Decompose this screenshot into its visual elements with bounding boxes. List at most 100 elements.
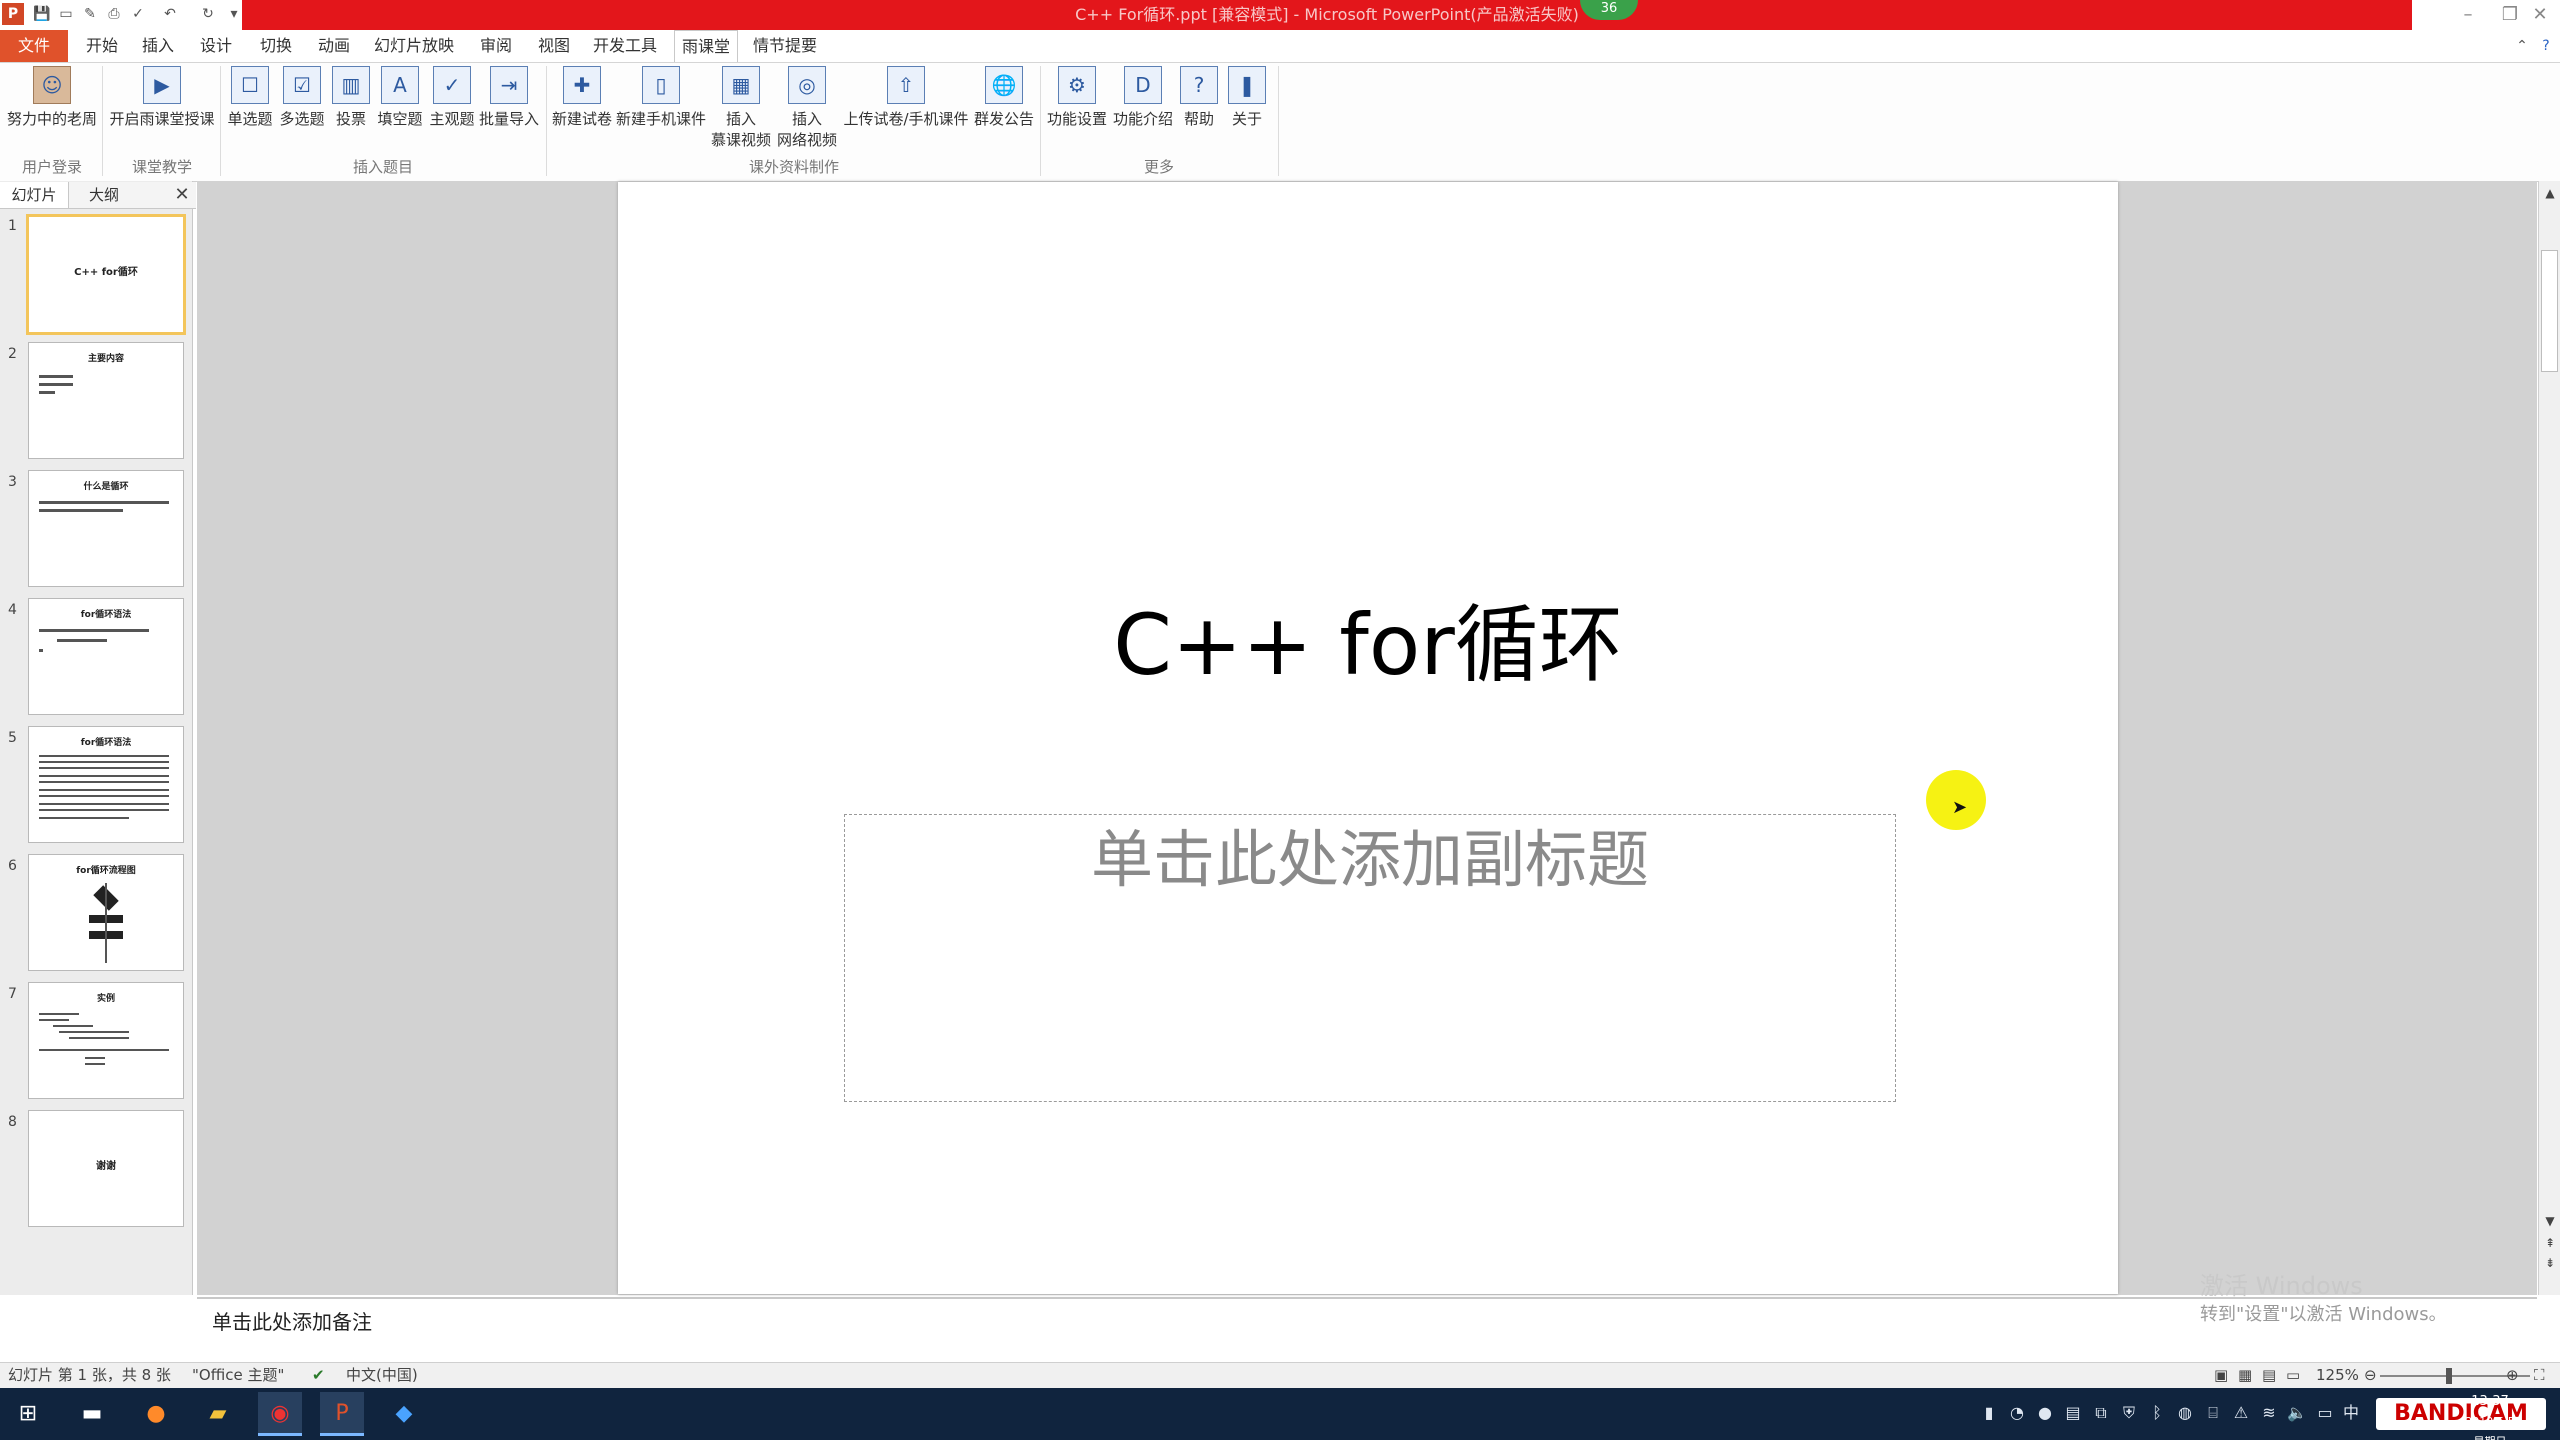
powerpoint-app-icon[interactable]: P bbox=[2, 3, 24, 25]
slide-thumbnail-8[interactable]: 谢谢 bbox=[28, 1110, 184, 1227]
gear-icon: ⚙ bbox=[1058, 66, 1096, 104]
tab-slideshow[interactable]: 幻灯片放映 bbox=[372, 30, 456, 62]
about-button[interactable]: ❚ 关于 bbox=[1224, 66, 1270, 129]
next-slide-icon[interactable]: ⇟ bbox=[2540, 1256, 2560, 1270]
normal-view-icon[interactable]: ▣ bbox=[2214, 1362, 2228, 1388]
fill-blank-button[interactable]: A 填空题 bbox=[374, 66, 426, 129]
tab-review[interactable]: 审阅 bbox=[474, 30, 518, 62]
slide-thumbnail-2[interactable]: 主要内容 bbox=[28, 342, 184, 459]
language-status[interactable]: 中文(中国) bbox=[346, 1362, 418, 1388]
slide-title[interactable]: C++ for循环 bbox=[618, 590, 2118, 700]
mass-announcement-button[interactable]: 🌐 群发公告 bbox=[972, 66, 1036, 129]
taskbar-clock[interactable]: 13:37 2019/5/5 星期日 bbox=[2460, 1392, 2520, 1452]
zoom-level[interactable]: 125% bbox=[2316, 1362, 2359, 1388]
help-button[interactable]: ? 帮助 bbox=[1176, 66, 1222, 129]
slide-thumbnail-7[interactable]: 实例 bbox=[28, 982, 184, 1099]
tray-record-icon[interactable]: ● bbox=[2032, 1400, 2058, 1426]
tab-home[interactable]: 开始 bbox=[80, 30, 124, 62]
input-method-indicator[interactable]: 中 bbox=[2338, 1400, 2364, 1426]
tab-rain-classroom[interactable]: 雨课堂 bbox=[674, 30, 738, 62]
spelling-icon[interactable]: ✓ bbox=[128, 4, 148, 24]
new-mobile-courseware-button[interactable]: ▯ 新建手机课件 bbox=[614, 66, 708, 129]
tray-chat-icon[interactable]: ◍ bbox=[2172, 1400, 2198, 1426]
tray-security-icon[interactable]: ⛨ bbox=[2116, 1400, 2142, 1426]
save-icon[interactable]: 💾 bbox=[32, 4, 52, 24]
insert-mooc-video-button[interactable]: ▦ 插入 慕课视频 bbox=[708, 66, 774, 150]
subtitle-placeholder[interactable]: 单击此处添加副标题 bbox=[844, 820, 1896, 900]
start-class-button[interactable]: ▶ 开启雨课堂授课 bbox=[106, 66, 218, 129]
vote-button[interactable]: ▥ 投票 bbox=[328, 66, 374, 129]
upload-exam-button[interactable]: ⇧ 上传试卷/手机课件 bbox=[840, 66, 972, 129]
multi-choice-button[interactable]: ☑ 多选题 bbox=[276, 66, 328, 129]
network-icon[interactable]: ▭ bbox=[2312, 1400, 2338, 1426]
tab-view[interactable]: 视图 bbox=[532, 30, 576, 62]
powerpoint-taskbar-icon[interactable]: P bbox=[320, 1392, 364, 1436]
new-exam-button[interactable]: ✚ 新建试卷 bbox=[550, 66, 614, 129]
previous-slide-icon[interactable]: ⇞ bbox=[2540, 1236, 2560, 1250]
zoom-out-icon[interactable]: ⊖ bbox=[2364, 1362, 2377, 1388]
firefox-icon[interactable]: ● bbox=[134, 1392, 178, 1436]
undo-icon[interactable]: ↶ bbox=[160, 4, 180, 24]
batch-import-button[interactable]: ⇥ 批量导入 bbox=[478, 66, 540, 129]
tab-insert[interactable]: 插入 bbox=[136, 30, 180, 62]
volume-icon[interactable]: 🔈 bbox=[2284, 1400, 2310, 1426]
scrollbar-thumb[interactable] bbox=[2541, 250, 2558, 372]
new-file-icon[interactable]: ▭ bbox=[56, 4, 76, 24]
slide-sorter-icon[interactable]: ▦ bbox=[2238, 1362, 2252, 1388]
help-icon[interactable]: ? bbox=[2536, 36, 2556, 56]
slide-thumbnail-3[interactable]: 什么是循环 bbox=[28, 470, 184, 587]
feature-intro-button[interactable]: D 功能介绍 bbox=[1110, 66, 1176, 129]
tray-gpu-icon[interactable]: ▤ bbox=[2060, 1400, 2086, 1426]
terminal-icon[interactable]: ▬ bbox=[70, 1392, 114, 1436]
print-preview-icon[interactable]: ⎙ bbox=[104, 4, 124, 24]
subjective-button[interactable]: ✓ 主观题 bbox=[426, 66, 478, 129]
tray-browser-icon[interactable]: ◔ bbox=[2004, 1400, 2030, 1426]
slide-thumbnail-5[interactable]: for循环语法 bbox=[28, 726, 184, 843]
tray-speed-icon[interactable]: ⚠ bbox=[2228, 1400, 2254, 1426]
slide-thumbnail-4[interactable]: for循环语法 bbox=[28, 598, 184, 715]
tray-vm-icon[interactable]: ⧉ bbox=[2088, 1400, 2114, 1426]
tab-slides[interactable]: 幻灯片 bbox=[0, 182, 69, 208]
group-divider bbox=[102, 66, 103, 176]
minimize-icon[interactable]: – bbox=[2448, 2, 2488, 28]
tab-file[interactable]: 文件 bbox=[0, 30, 68, 62]
zoom-slider-handle[interactable] bbox=[2446, 1368, 2452, 1384]
theme-name[interactable]: "Office 主题" bbox=[192, 1362, 284, 1388]
tab-animations[interactable]: 动画 bbox=[312, 30, 356, 62]
tab-developer[interactable]: 开发工具 bbox=[590, 30, 660, 62]
scroll-down-icon[interactable]: ▼ bbox=[2540, 1214, 2560, 1228]
collapse-ribbon-icon[interactable]: ⌃ bbox=[2512, 36, 2532, 56]
bandicam-taskbar-icon[interactable]: ◉ bbox=[258, 1392, 302, 1436]
notes-placeholder[interactable]: 单击此处添加备注 bbox=[212, 1306, 372, 1335]
vscode-icon[interactable]: ◆ bbox=[382, 1392, 426, 1436]
bluetooth-icon[interactable]: ᛒ bbox=[2144, 1400, 2170, 1426]
tray-app-icon[interactable]: ▮ bbox=[1976, 1400, 2002, 1426]
open-icon[interactable]: ✎ bbox=[80, 4, 100, 24]
file-explorer-icon[interactable]: ▰ bbox=[196, 1392, 240, 1436]
tab-storyboard[interactable]: 情节提要 bbox=[750, 30, 820, 62]
wifi-icon[interactable]: ≋ bbox=[2256, 1400, 2282, 1426]
customize-qat-icon[interactable]: ▾ bbox=[224, 4, 244, 24]
notes-pane[interactable] bbox=[197, 1297, 2537, 1363]
slideshow-view-icon[interactable]: ▭ bbox=[2286, 1362, 2300, 1388]
slide-thumbnail-1[interactable]: C++ for循环 bbox=[26, 214, 186, 335]
insert-web-video-button[interactable]: ◎ 插入 网络视频 bbox=[774, 66, 840, 150]
user-login-button[interactable]: ☺ 努力中的老周 bbox=[4, 66, 100, 129]
tab-outline[interactable]: 大纲 bbox=[70, 182, 138, 208]
close-icon[interactable]: ✕ bbox=[2520, 2, 2560, 28]
tab-transitions[interactable]: 切换 bbox=[254, 30, 298, 62]
usb-icon[interactable]: ⌸ bbox=[2200, 1400, 2226, 1426]
current-slide[interactable] bbox=[618, 182, 2118, 1294]
settings-button[interactable]: ⚙ 功能设置 bbox=[1044, 66, 1110, 129]
spellcheck-icon[interactable]: ✔ bbox=[312, 1362, 325, 1388]
zoom-in-icon[interactable]: ⊕ bbox=[2506, 1362, 2519, 1388]
tab-design[interactable]: 设计 bbox=[194, 30, 238, 62]
slide-thumbnail-6[interactable]: for循环流程图 bbox=[28, 854, 184, 971]
redo-icon[interactable]: ↻ bbox=[198, 4, 218, 24]
reading-view-icon[interactable]: ▤ bbox=[2262, 1362, 2276, 1388]
fit-to-window-icon[interactable]: ⛶ bbox=[2534, 1362, 2545, 1388]
close-pane-icon[interactable]: ✕ bbox=[170, 182, 194, 208]
scroll-up-icon[interactable]: ▲ bbox=[2540, 186, 2560, 200]
single-choice-button[interactable]: ☐ 单选题 bbox=[224, 66, 276, 129]
windows-start-icon[interactable]: ⊞ bbox=[6, 1392, 50, 1436]
